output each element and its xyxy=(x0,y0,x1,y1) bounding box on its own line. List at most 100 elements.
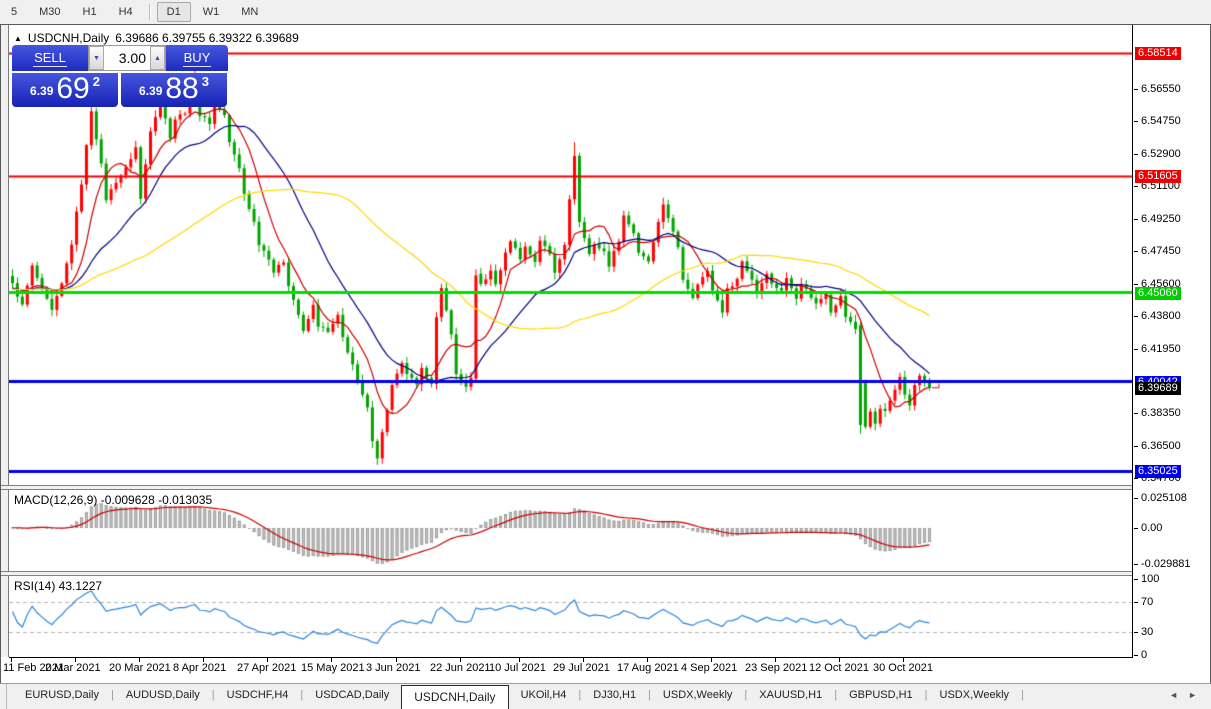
timeframe-button-w1[interactable]: W1 xyxy=(193,2,230,22)
one-click-trading-panel: SELL ▼ ▲ BUY 6.39 69 2 6.39 88 3 xyxy=(12,45,230,107)
buy-button[interactable]: BUY xyxy=(166,45,228,71)
chart-tab-gbpusd-h1[interactable]: GBPUSD,H1 xyxy=(837,684,925,709)
tab-separator: | xyxy=(1021,689,1024,701)
time-axis-label: 8 Apr 2021 xyxy=(173,662,227,674)
price-marker-label: 6.35025 xyxy=(1135,465,1181,478)
rsi-indicator-chart[interactable] xyxy=(9,576,1132,658)
price-axis-tick xyxy=(1134,413,1138,414)
tabs-holder: EURUSD,Daily | AUDUSD,Daily | USDCHF,H4 | USDC… xyxy=(13,684,1024,709)
chart-tab-usdx-weekly[interactable]: USDX,Weekly xyxy=(651,684,744,709)
chart-tab-bar: EURUSD,Daily | AUDUSD,Daily | USDCHF,H4 | USDC… xyxy=(0,683,1211,709)
buy-price-display[interactable]: 6.39 88 3 xyxy=(121,73,227,107)
price-axis-tick xyxy=(1134,478,1138,479)
price-axis-tick xyxy=(1134,528,1138,529)
chart-tab-audusd-daily[interactable]: AUDUSD,Daily xyxy=(114,684,212,709)
timeframe-button-h4[interactable]: H4 xyxy=(109,2,143,22)
time-axis-label: 30 Oct 2021 xyxy=(873,662,933,674)
time-axis-label: 4 Sep 2021 xyxy=(681,662,738,674)
volume-increase-button[interactable]: ▲ xyxy=(150,46,165,70)
tab-scroll-right-icon[interactable]: ► xyxy=(1188,690,1197,709)
collapse-icon[interactable]: ▲ xyxy=(14,34,22,43)
rsi-axis-label: 70 xyxy=(1141,596,1154,608)
rsi-axis-label: 30 xyxy=(1141,626,1154,638)
time-axis-label: 22 Jun 2021 xyxy=(430,662,491,674)
time-axis-label: 3 Jun 2021 xyxy=(366,662,421,674)
price-axis-tick xyxy=(1134,251,1138,252)
price-axis-tick xyxy=(1134,121,1138,122)
chart-tab-usdcnh-daily[interactable]: USDCNH,Daily xyxy=(401,685,509,709)
price-marker-label: 6.45060 xyxy=(1135,287,1181,300)
chart-tab-ukoil-h4[interactable]: UKOil,H4 xyxy=(509,684,579,709)
chart-window: ▲ USDCNH,Daily 6.39686 6.39755 6.39322 6… xyxy=(0,24,1211,684)
price-axis-label: 6.38350 xyxy=(1141,407,1181,419)
time-axis-label: 12 Oct 2021 xyxy=(809,662,869,674)
time-axis-label: 17 Aug 2021 xyxy=(617,662,679,674)
chart-title: ▲ USDCNH,Daily 6.39686 6.39755 6.39322 6… xyxy=(14,31,299,45)
chart-tab-dj30-h1[interactable]: DJ30,H1 xyxy=(581,684,648,709)
chart-symbol-label: USDCNH,Daily xyxy=(27,31,110,45)
tab-scroll-left-icon[interactable]: ◄ xyxy=(1169,690,1178,709)
price-axis-tick xyxy=(1134,498,1138,499)
chart-ohlc-values: 6.39686 6.39755 6.39322 6.39689 xyxy=(115,31,299,45)
price-axis-label: 6.56550 xyxy=(1141,83,1181,95)
time-axis-label: 23 Sep 2021 xyxy=(745,662,808,674)
price-axis-tick xyxy=(1134,602,1138,603)
time-axis-label: 10 Jul 2021 xyxy=(489,662,546,674)
volume-input[interactable] xyxy=(104,46,150,70)
price-axis-tick xyxy=(1134,316,1138,317)
price-marker-label: 6.58514 xyxy=(1135,47,1181,60)
price-marker-label: 6.51605 xyxy=(1135,170,1181,183)
sell-price-display[interactable]: 6.39 69 2 xyxy=(12,73,118,107)
timeframe-button-m30[interactable]: M30 xyxy=(29,2,70,22)
chart-tab-usdx-weekly[interactable]: USDX,Weekly xyxy=(928,684,1021,709)
time-axis-label: 15 May 2021 xyxy=(301,662,365,674)
price-axis-tick xyxy=(1134,655,1138,656)
mt4-terminal: { "toolbar": { "timeframes": ["5", "M30"… xyxy=(0,0,1211,709)
sell-button[interactable]: SELL xyxy=(12,45,88,71)
timeframe-button-h1[interactable]: H1 xyxy=(73,2,107,22)
price-axis-tick xyxy=(1134,632,1138,633)
price-axis-tick xyxy=(1134,446,1138,447)
chart-tab-eurusd-daily[interactable]: EURUSD,Daily xyxy=(13,684,111,709)
price-axis-tick xyxy=(1134,579,1138,580)
time-axis-line xyxy=(9,657,1133,658)
price-axis-tick xyxy=(1134,564,1138,565)
timeframe-toolbar: 5 M30 H1 H4 D1 W1 MN xyxy=(0,0,1211,25)
price-axis-tick xyxy=(1134,186,1138,187)
price-axis-tick xyxy=(1134,349,1138,350)
chart-tab-usdchf-h4[interactable]: USDCHF,H4 xyxy=(215,684,301,709)
timeframe-button-5[interactable]: 5 xyxy=(1,2,27,22)
volume-stepper: ▼ ▲ xyxy=(88,45,166,71)
price-axis-tick xyxy=(1134,219,1138,220)
price-axis-label: 6.36500 xyxy=(1141,440,1181,452)
chart-left-gutter xyxy=(1,25,9,657)
price-axis-label: 6.49250 xyxy=(1141,213,1181,225)
time-axis-label: 20 Mar 2021 xyxy=(109,662,171,674)
price-axis-label: 6.47450 xyxy=(1141,245,1181,257)
price-axis-label: 6.52900 xyxy=(1141,148,1181,160)
time-axis-label: 29 Jul 2021 xyxy=(553,662,610,674)
price-axis-label: 6.54750 xyxy=(1141,115,1181,127)
macd-label: MACD(12,26,9) -0.009628 -0.013035 xyxy=(14,493,213,507)
tab-bar-edge xyxy=(0,684,7,709)
timeframe-button-mn[interactable]: MN xyxy=(231,2,268,22)
chart-tab-xauusd-h1[interactable]: XAUUSD,H1 xyxy=(747,684,834,709)
price-axis: 6.56550 6.54750 6.52900 6.51100 6.49250 6.474… xyxy=(1133,25,1210,683)
volume-decrease-button[interactable]: ▼ xyxy=(89,46,104,70)
rsi-axis-label: 100 xyxy=(1141,573,1160,585)
price-axis-tick xyxy=(1134,154,1138,155)
price-axis-tick xyxy=(1134,89,1138,90)
macd-axis-label: 0.00 xyxy=(1141,522,1163,534)
chart-tab-usdcad-daily[interactable]: USDCAD,Daily xyxy=(303,684,401,709)
macd-axis-label: 0.025108 xyxy=(1141,492,1187,504)
rsi-axis-label: 0 xyxy=(1141,649,1148,661)
timeframe-button-d1[interactable]: D1 xyxy=(156,2,191,22)
macd-axis-label: -0.029881 xyxy=(1141,558,1191,570)
price-axis-tick xyxy=(1134,284,1138,285)
rsi-label: RSI(14) 43.1227 xyxy=(14,579,103,593)
time-axis-label: 2 Mar 2021 xyxy=(45,662,101,674)
tab-scroll-arrows: ◄ ► xyxy=(1169,684,1211,709)
price-axis-label: 6.43800 xyxy=(1141,310,1181,322)
price-axis-label: 6.41950 xyxy=(1141,343,1181,355)
toolbar-separator xyxy=(148,4,151,20)
